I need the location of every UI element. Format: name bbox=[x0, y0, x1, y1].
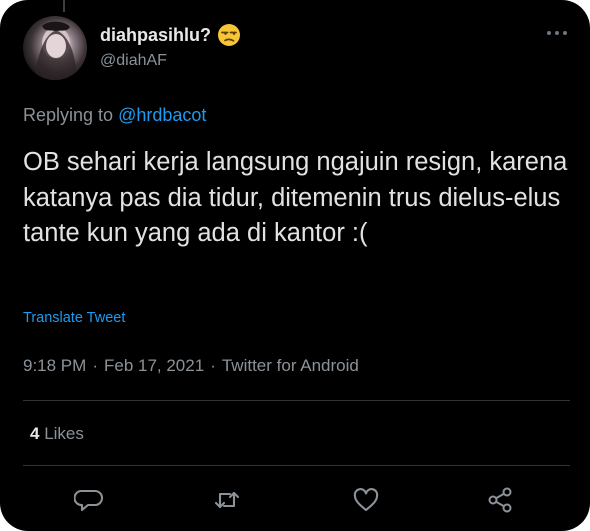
user-photo-icon bbox=[35, 21, 77, 80]
avatar[interactable] bbox=[23, 16, 87, 80]
heart-icon bbox=[353, 488, 379, 512]
retweet-icon bbox=[214, 491, 240, 509]
likes-count[interactable]: 4 Likes bbox=[30, 424, 84, 444]
unamused-face-icon bbox=[218, 24, 240, 46]
tweet-time[interactable]: 9:18 PM bbox=[23, 356, 86, 375]
thread-line bbox=[63, 0, 65, 12]
translate-tweet-link[interactable]: Translate Tweet bbox=[23, 310, 125, 326]
share-button[interactable] bbox=[485, 486, 515, 514]
like-button[interactable] bbox=[351, 486, 381, 514]
reply-mention-link[interactable]: @hrdbacot bbox=[118, 105, 206, 125]
author-handle[interactable]: @diahAF bbox=[100, 52, 167, 70]
tweet-date[interactable]: Feb 17, 2021 bbox=[104, 356, 204, 375]
meta-separator: · bbox=[210, 356, 216, 375]
likes-number: 4 bbox=[30, 424, 40, 443]
share-icon bbox=[488, 487, 512, 513]
tweet-metadata: 9:18 PM · Feb 17, 2021 · Twitter for Android bbox=[23, 356, 359, 376]
author-display-name[interactable]: diahpasihlu? bbox=[100, 25, 211, 46]
likes-label: Likes bbox=[44, 424, 84, 443]
reply-button[interactable] bbox=[74, 486, 104, 514]
reply-icon bbox=[74, 489, 104, 512]
tweet-card: diahpasihlu? @diahAF Replying to @hrdbac… bbox=[0, 0, 590, 531]
meta-separator: · bbox=[92, 356, 98, 375]
more-icon[interactable] bbox=[545, 28, 569, 38]
replying-to-label: Replying to bbox=[23, 105, 114, 125]
retweet-button[interactable] bbox=[212, 486, 242, 514]
replying-to: Replying to @hrdbacot bbox=[23, 105, 206, 126]
tweet-text: OB sehari kerja langsung ngajuin resign,… bbox=[23, 148, 568, 248]
divider bbox=[23, 465, 570, 466]
divider bbox=[23, 400, 570, 401]
tweet-source[interactable]: Twitter for Android bbox=[222, 356, 359, 375]
